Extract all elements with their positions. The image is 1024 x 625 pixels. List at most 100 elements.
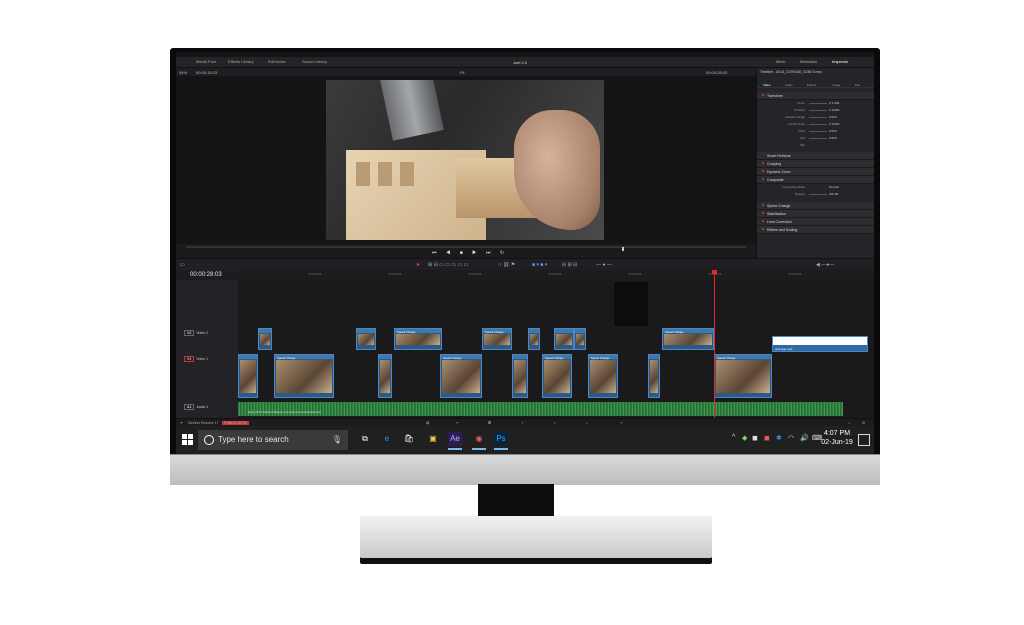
enable-dot[interactable] — [762, 170, 764, 172]
tray-app-icon[interactable]: ◼ — [764, 434, 770, 442]
row-rotation[interactable]: Rotation Angle 0.000 — [757, 114, 874, 120]
v2-clip[interactable]: Speed Change — [662, 328, 714, 350]
v1-clip[interactable] — [648, 354, 660, 398]
edge-icon[interactable]: e — [380, 432, 394, 446]
flag-icon[interactable]: ■ ▾ ■ ▾ — [532, 262, 547, 268]
mixer-button[interactable]: Mixer — [776, 59, 786, 64]
tray-chevron-icon[interactable]: ^ — [732, 434, 735, 441]
taskbar-search[interactable]: Type here to search 🎙 — [198, 430, 348, 450]
row-slider[interactable] — [809, 110, 827, 111]
tab-effects[interactable]: Effects — [807, 83, 816, 87]
v2-clip[interactable] — [574, 328, 586, 350]
v1-clip[interactable]: Speed Change — [714, 354, 772, 398]
media-pool-button[interactable]: Media Pool — [196, 59, 216, 64]
v1-clip[interactable] — [378, 354, 392, 398]
bluetooth-icon[interactable]: ✱ — [776, 434, 782, 442]
row-value[interactable]: 0.000 — [829, 129, 837, 133]
v2-clip[interactable] — [258, 328, 272, 350]
section-stabilization[interactable]: Stabilization — [757, 210, 874, 218]
v2-clip[interactable]: Speed Change — [394, 328, 442, 350]
enable-dot[interactable] — [762, 212, 764, 214]
track-v1-header[interactable]: V1 Video 1 — [184, 356, 208, 362]
windows-start-icon[interactable] — [182, 434, 194, 446]
row-composite-mode[interactable]: Composite Mode Normal — [757, 184, 874, 190]
row-pitch[interactable]: Pitch 0.000 — [757, 128, 874, 134]
row-slider[interactable] — [809, 103, 827, 104]
page-deliver-icon[interactable]: ➚ — [620, 421, 623, 425]
audio-clip[interactable]: Song_Hit the Rhodes Whatever you (song n… — [238, 402, 843, 416]
photoshop-icon[interactable]: Ps — [494, 432, 508, 450]
metadata-button[interactable]: Metadata — [800, 59, 817, 64]
page-media-icon[interactable]: ▤ — [426, 421, 429, 425]
file-explorer-icon[interactable]: ▣ — [426, 432, 440, 446]
section-composite[interactable]: Composite — [757, 176, 874, 184]
enable-dot[interactable] — [762, 178, 764, 180]
scrubber-head[interactable] — [622, 247, 624, 251]
store-icon[interactable]: 🛍 — [402, 432, 416, 446]
page-color-icon[interactable]: ◐ — [554, 421, 556, 425]
sound-library-button[interactable]: Sound Library — [302, 59, 327, 64]
page-fairlight-icon[interactable]: ♪ — [586, 421, 588, 425]
row-anchor[interactable]: Anchor Point X 0.000 — [757, 121, 874, 127]
v2-clip[interactable]: Speed Change — [482, 328, 512, 350]
notification-icon[interactable] — [858, 434, 870, 446]
row-flip[interactable]: Flip — [757, 142, 874, 148]
resolve-taskbar-icon[interactable]: ◉ — [472, 432, 486, 450]
row-value[interactable]: Normal — [829, 185, 839, 189]
v1-clip[interactable]: Speed Change — [542, 354, 572, 398]
video-frame[interactable] — [326, 80, 604, 240]
v1-clip[interactable]: Speed Change — [588, 354, 618, 398]
page-cut-icon[interactable]: ✂ — [456, 421, 459, 425]
v2-clip[interactable] — [554, 328, 574, 350]
wifi-icon[interactable]: ◠ — [788, 434, 794, 442]
viewer-fit[interactable]: Fit — [460, 70, 464, 75]
selection-tool-icon[interactable]: ➤ — [416, 262, 420, 268]
row-value[interactable]: X 0.000 — [829, 108, 839, 112]
row-value[interactable]: 0.000 — [829, 136, 837, 140]
row-slider[interactable] — [809, 138, 827, 139]
section-speed-change[interactable]: Speed Change — [757, 202, 874, 210]
viewer-scrubber[interactable] — [186, 246, 746, 251]
inspector-button[interactable]: Inspector — [832, 59, 848, 64]
section-smart-reframe[interactable]: Smart Reframe — [757, 152, 874, 160]
track-v2-header[interactable]: V2 Video 2 — [184, 330, 208, 336]
tab-file[interactable]: File — [855, 83, 860, 87]
zoom-slider-icon[interactable]: — ● — — [596, 262, 612, 268]
v2-clip[interactable] — [528, 328, 540, 350]
v1-clip[interactable] — [238, 354, 258, 398]
tray-app-icon[interactable]: ◼ — [752, 434, 758, 442]
task-view-icon[interactable]: ⧉ — [358, 432, 372, 446]
playhead[interactable] — [714, 272, 715, 418]
enable-dot[interactable] — [762, 204, 764, 206]
row-slider[interactable] — [809, 131, 827, 132]
row-slider[interactable] — [809, 117, 827, 118]
row-opacity[interactable]: Opacity 100.00 — [757, 191, 874, 197]
zoom-tools-icon[interactable]: ⊟ ⊞ ⊟ — [562, 262, 577, 268]
edit-index-button[interactable]: Edit Index — [268, 59, 286, 64]
tab-audio[interactable]: Audio — [785, 83, 793, 87]
v1-clip[interactable] — [512, 354, 528, 398]
audio-level-icon[interactable]: ◀ —●— — [816, 262, 834, 268]
enable-dot[interactable] — [762, 228, 764, 230]
section-cropping[interactable]: Cropping — [757, 160, 874, 168]
section-retime-scaling[interactable]: Retime and Scaling — [757, 226, 874, 234]
tray-app-icon[interactable]: ◆ — [742, 434, 747, 442]
enable-dot[interactable] — [762, 220, 764, 222]
settings-icon[interactable]: ⚙ — [862, 421, 865, 425]
v2-clip[interactable] — [356, 328, 376, 350]
page-fusion-icon[interactable]: ✧ — [521, 421, 524, 425]
v1-clip[interactable]: Speed Change — [440, 354, 482, 398]
taskbar-clock[interactable]: 4:07 PM 02-Jun-19 — [821, 429, 853, 447]
timeline-view-icon[interactable]: ▭ — [180, 262, 185, 268]
v2-logo-clip[interactable]: Joel logo.mp4 — [772, 336, 868, 352]
volume-icon[interactable]: 🔊 — [800, 434, 809, 442]
trim-tool-icon[interactable]: ⊞ ⊟ ▭ ▭ ▭ ▭ ▭ — [428, 262, 468, 268]
after-effects-icon[interactable]: Ae — [448, 432, 462, 450]
tab-image[interactable]: Image — [832, 83, 840, 87]
row-slider[interactable] — [809, 194, 827, 195]
row-zoom[interactable]: Zoom X 1.000 — [757, 100, 874, 106]
track-a1-header[interactable]: A1 Audio 1 — [184, 404, 208, 410]
snapping-icon[interactable]: ∩ ⛓ ⚑ — [498, 262, 515, 268]
enable-dot[interactable] — [762, 94, 764, 96]
transport-controls[interactable]: ⏮ ◀ ■ ▶ ⏭ ↻ — [432, 250, 508, 256]
